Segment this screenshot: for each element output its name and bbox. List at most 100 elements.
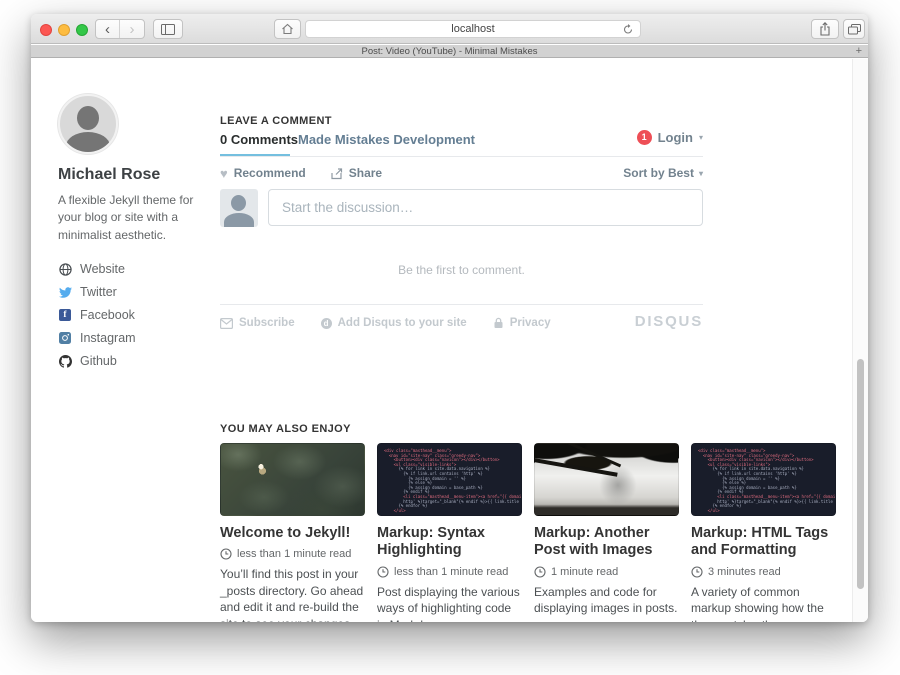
moss-photo-thumbnail[interactable] xyxy=(220,443,365,516)
add-disqus-label: Add Disqus to your site xyxy=(338,317,467,329)
minimize-window-button[interactable] xyxy=(58,24,70,36)
card-title[interactable]: Markup: Syntax Highlighting xyxy=(377,525,522,560)
disqus-logo[interactable]: DISQUS xyxy=(635,313,703,330)
disqus-header: 0 Comments Made Mistakes Development 1 L… xyxy=(220,132,703,154)
sidebar-item-website[interactable]: Website xyxy=(58,262,198,276)
github-icon xyxy=(58,354,72,368)
clock-icon xyxy=(534,566,546,578)
heart-icon: ♥ xyxy=(220,167,228,180)
recommend-label: Recommend xyxy=(234,166,306,180)
recommend-button[interactable]: ♥ Recommend xyxy=(220,166,306,180)
comment-composer xyxy=(220,189,703,227)
scrollbar-thumb[interactable] xyxy=(857,359,864,589)
trees-photo-thumbnail[interactable] xyxy=(534,443,679,516)
home-button[interactable] xyxy=(274,19,301,39)
related-heading: YOU MAY ALSO ENJOY xyxy=(220,423,351,435)
sidebar-item-github[interactable]: Github xyxy=(58,354,198,368)
read-time: less than 1 minute read xyxy=(394,566,508,578)
sort-menu[interactable]: Sort by Best ▾ xyxy=(623,166,703,180)
twitter-icon xyxy=(58,285,72,299)
forward-button[interactable]: › xyxy=(120,20,144,38)
browser-toolbar: ‹ › localhost xyxy=(31,14,868,44)
close-window-button[interactable] xyxy=(40,24,52,36)
facebook-icon: f xyxy=(58,308,72,322)
related-card: Welcome to Jekyll! less than 1 minute re… xyxy=(220,443,365,622)
comment-input[interactable] xyxy=(268,189,703,226)
card-title[interactable]: Markup: HTML Tags and Formatting xyxy=(691,525,836,560)
tab-comments[interactable]: 0 Comments xyxy=(220,132,298,147)
chevron-down-icon: ▾ xyxy=(699,133,703,142)
card-title[interactable]: Welcome to Jekyll! xyxy=(220,525,365,542)
share-arrow-icon xyxy=(330,167,343,180)
sidebar-toggle-button[interactable] xyxy=(153,19,183,39)
code-screenshot-thumbnail[interactable]: <div class="masthead__menu"> <nav id="si… xyxy=(377,443,522,516)
tabs-icon xyxy=(848,24,861,35)
home-icon xyxy=(281,23,294,35)
safari-window: ‹ › localhost xyxy=(31,14,868,622)
share-button[interactable] xyxy=(811,19,839,39)
card-meta: less than 1 minute read xyxy=(377,566,522,578)
code-screenshot-thumbnail[interactable]: <div class="masthead__menu"> <nav id="si… xyxy=(691,443,836,516)
page-content: Michael Rose A flexible Jekyll theme for… xyxy=(31,59,868,622)
sidebar-link-label: Instagram xyxy=(80,331,136,345)
sidebar-link-label: Twitter xyxy=(80,285,117,299)
share-thread-button[interactable]: Share xyxy=(330,166,382,180)
card-excerpt: Post displaying the various ways of high… xyxy=(377,584,522,622)
chevron-down-icon: ▾ xyxy=(699,169,703,178)
sidebar-link-label: Website xyxy=(80,262,125,276)
sort-label: Sort by Best xyxy=(623,166,694,180)
clock-icon xyxy=(220,548,232,560)
author-name: Michael Rose xyxy=(58,166,198,184)
privacy-label: Privacy xyxy=(510,317,551,329)
divider xyxy=(220,156,703,157)
share-label: Share xyxy=(349,166,382,180)
sidebar-item-twitter[interactable]: Twitter xyxy=(58,285,198,299)
login-menu[interactable]: 1 Login ▾ xyxy=(637,130,703,145)
tab-bar: Post: Video (YouTube) - Minimal Mistakes… xyxy=(31,45,868,58)
empty-thread-message: Be the first to comment. xyxy=(220,263,703,277)
history-nav-group: ‹ › xyxy=(95,19,145,39)
card-title[interactable]: Markup: Another Post with Images xyxy=(534,525,679,560)
lock-icon xyxy=(493,317,504,329)
subscribe-link[interactable]: Subscribe xyxy=(220,317,295,329)
sidebar-item-facebook[interactable]: f Facebook xyxy=(58,308,198,322)
related-card: Markup: Another Post with Images 1 minut… xyxy=(534,443,679,622)
divider xyxy=(220,304,703,305)
related-card: <div class="masthead__menu"> <nav id="si… xyxy=(691,443,836,622)
reload-icon[interactable] xyxy=(622,23,634,36)
zoom-window-button[interactable] xyxy=(76,24,88,36)
active-tab[interactable]: Post: Video (YouTube) - Minimal Mistakes xyxy=(31,45,868,58)
read-time: 1 minute read xyxy=(551,566,618,578)
author-links: Website Twitter f Facebook xyxy=(58,262,198,368)
sidebar-link-label: Facebook xyxy=(80,308,135,322)
related-card: <div class="masthead__menu"> <nav id="si… xyxy=(377,443,522,622)
tab-overview-button[interactable] xyxy=(843,19,865,39)
leave-comment-heading: LEAVE A COMMENT xyxy=(220,115,332,127)
login-badge: 1 xyxy=(637,130,652,145)
sidebar-link-label: Github xyxy=(80,354,117,368)
card-excerpt: You’ll find this post in your _posts dir… xyxy=(220,566,365,622)
sidebar-item-instagram[interactable]: Instagram xyxy=(58,331,198,345)
add-disqus-link[interactable]: d Add Disqus to your site xyxy=(321,317,467,329)
card-meta: 3 minutes read xyxy=(691,566,836,578)
disqus-footer: Subscribe d Add Disqus to your site Priv… xyxy=(220,315,703,331)
globe-icon xyxy=(58,262,72,276)
privacy-link[interactable]: Privacy xyxy=(493,317,551,329)
clock-icon xyxy=(377,566,389,578)
author-bio: A flexible Jekyll theme for your blog or… xyxy=(58,192,198,244)
back-button[interactable]: ‹ xyxy=(96,20,120,38)
card-excerpt: A variety of common markup showing how t… xyxy=(691,584,836,622)
scrollbar-track[interactable] xyxy=(852,59,868,622)
author-sidebar: Michael Rose A flexible Jekyll theme for… xyxy=(58,94,198,377)
share-icon xyxy=(819,22,831,36)
community-link[interactable]: Made Mistakes Development xyxy=(298,132,475,147)
subscribe-label: Subscribe xyxy=(239,317,295,329)
card-meta: less than 1 minute read xyxy=(220,548,365,560)
card-meta: 1 minute read xyxy=(534,566,679,578)
guest-avatar xyxy=(220,189,258,227)
login-label: Login xyxy=(658,130,693,145)
envelope-icon xyxy=(220,318,233,329)
address-bar[interactable]: localhost xyxy=(305,20,641,38)
clock-icon xyxy=(691,566,703,578)
new-tab-button[interactable]: + xyxy=(856,45,862,58)
